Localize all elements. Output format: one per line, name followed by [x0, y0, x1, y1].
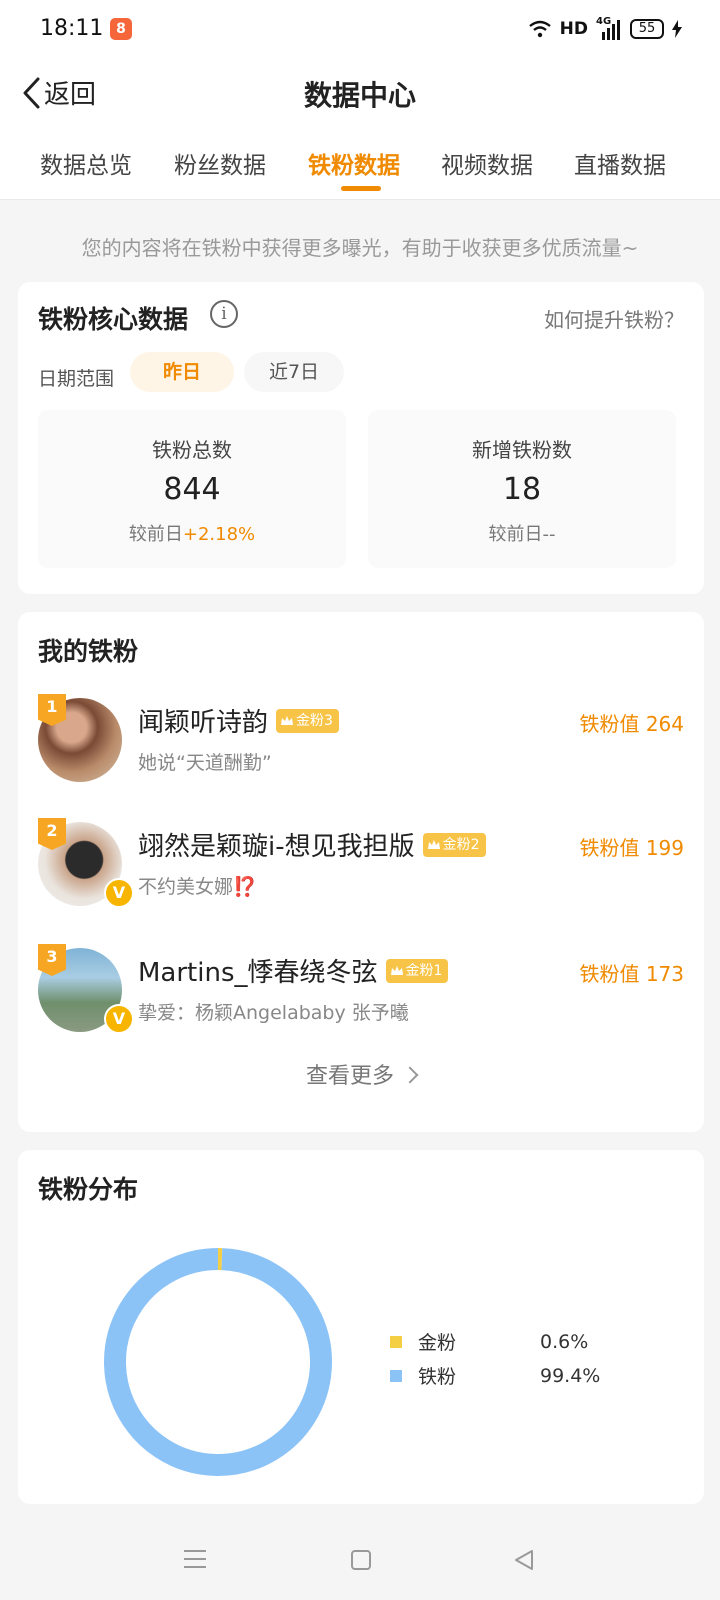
stat-value: 844	[163, 472, 221, 507]
tab-overview[interactable]: 数据总览	[40, 146, 132, 180]
fan-signature: 不约美女娜⁉️	[138, 872, 257, 899]
level-label: 金粉3	[296, 712, 333, 729]
my-iron-fans-title: 我的铁粉	[38, 637, 139, 666]
tab-videos[interactable]: 视频数据	[441, 146, 533, 180]
home-square-icon[interactable]	[351, 1550, 371, 1570]
app-notification-icon: 8	[110, 18, 132, 40]
stat-compare: 较前日--	[368, 520, 676, 546]
page-title: 数据中心	[303, 79, 416, 112]
level-tag: 金粉2	[422, 832, 486, 857]
list-item[interactable]: 1 闻颖听诗韵 金粉3 她说“天道酬勤” 铁粉值 264	[18, 694, 704, 798]
menu-icon[interactable]	[184, 1550, 206, 1568]
legend-percent: 99.4%	[540, 1364, 601, 1387]
rank-badge: 3	[38, 944, 66, 976]
wifi-icon	[528, 20, 551, 38]
date-option-7days[interactable]: 近7日	[244, 352, 344, 392]
verified-v-icon: V	[104, 1004, 134, 1034]
info-icon[interactable]: i	[210, 300, 238, 328]
crown-icon	[281, 715, 294, 725]
stat-compare-value: +2.18%	[182, 524, 256, 545]
fan-value: 铁粉值 173	[579, 962, 684, 986]
crown-icon	[390, 965, 403, 975]
core-data-card: 铁粉核心数据 i 如何提升铁粉？ 日期范围 昨日 近7日 铁粉总数 844 较前…	[18, 282, 704, 594]
status-time: 18:11	[40, 16, 104, 41]
stat-total-iron-fans: 铁粉总数 844 较前日+2.18%	[38, 410, 346, 568]
legend-swatch	[390, 1369, 402, 1382]
tab-iron-fans[interactable]: 铁粉数据	[308, 146, 400, 180]
stat-value: 18	[502, 472, 542, 507]
iron-fan-distribution-card: 铁粉分布 金粉 0.6% 铁粉 99.4%	[18, 1150, 704, 1504]
stat-new-iron-fans: 新增铁粉数 18 较前日--	[368, 410, 676, 568]
battery-icon: 55	[630, 19, 664, 39]
legend-name: 铁粉	[418, 1366, 457, 1388]
date-option-yesterday[interactable]: 昨日	[130, 352, 234, 392]
list-item[interactable]: 2 V 翊然是颖璇i-想见我担版 金粉2 不约美女娜⁉️ 铁粉值 199	[18, 818, 704, 922]
back-triangle-icon[interactable]	[512, 1548, 536, 1572]
charging-icon	[672, 20, 682, 38]
stat-compare-prefix: 较前日	[488, 524, 543, 545]
level-label: 金粉2	[442, 836, 480, 853]
fan-signature: 挚爱：杨颖Angelababy 张予曦	[138, 1002, 409, 1024]
legend-name: 金粉	[418, 1332, 457, 1354]
rank-badge: 2	[38, 818, 66, 850]
network-label: HD	[559, 19, 588, 39]
signal-icon: 4G	[596, 16, 622, 40]
see-more-button[interactable]: 查看更多	[18, 1058, 704, 1090]
stat-label: 铁粉总数	[152, 438, 232, 462]
crown-icon	[427, 839, 440, 849]
date-range-label: 日期范围	[38, 368, 115, 390]
fan-value: 铁粉值 199	[579, 836, 684, 860]
verified-v-icon: V	[104, 878, 134, 908]
system-nav-bar	[0, 1526, 720, 1600]
legend-percent: 0.6%	[540, 1330, 589, 1353]
legend-item-iron: 铁粉 99.4%	[390, 1362, 600, 1389]
donut-chart	[104, 1248, 332, 1476]
fan-signature: 她说“天道酬勤”	[138, 752, 272, 774]
status-icons: HD 4G 55	[528, 16, 682, 40]
fan-value: 铁粉值 264	[579, 712, 684, 736]
fan-name: 翊然是颖璇i-想见我担版	[138, 832, 415, 862]
fan-name: Martins_悸春绕冬弦	[138, 958, 378, 988]
exclamation-question-icon: ⁉️	[233, 876, 257, 898]
how-to-improve-link[interactable]: 如何提升铁粉？	[544, 304, 684, 333]
chevron-right-icon	[401, 1066, 419, 1084]
stat-compare-value: --	[542, 524, 556, 545]
legend-item-gold: 金粉 0.6%	[390, 1328, 588, 1355]
legend-swatch	[390, 1335, 402, 1348]
level-label: 金粉1	[405, 962, 443, 979]
fan-signature-text: 不约美女娜	[138, 876, 234, 898]
nav-bar: 返回 数据中心	[0, 60, 720, 126]
fan-name: 闻颖听诗韵	[138, 708, 269, 738]
active-tab-indicator	[341, 186, 381, 191]
list-item[interactable]: 3 V Martins_悸春绕冬弦 金粉1 挚爱：杨颖Angelababy 张予…	[18, 944, 704, 1048]
my-iron-fans-card: 我的铁粉 1 闻颖听诗韵 金粉3 她说“天道酬勤” 铁粉值 264 2 V 翊然…	[18, 612, 704, 1132]
tip-text: 您的内容将在铁粉中获得更多曝光，有助于收获更多优质流量~	[81, 236, 639, 260]
level-tag: 金粉3	[276, 708, 339, 733]
rank-badge: 1	[38, 694, 66, 726]
see-more-label: 查看更多	[305, 1064, 394, 1089]
stat-compare: 较前日+2.18%	[38, 520, 346, 546]
level-tag: 金粉1	[385, 958, 449, 983]
tab-live[interactable]: 直播数据	[574, 146, 666, 180]
status-bar: 18:11 8 HD 4G 55	[0, 0, 720, 60]
donut-slice-iron	[104, 1248, 332, 1476]
tab-bar: 数据总览 粉丝数据 铁粉数据 视频数据 直播数据	[0, 126, 720, 200]
tab-fans[interactable]: 粉丝数据	[174, 146, 266, 180]
distribution-title: 铁粉分布	[38, 1175, 139, 1204]
core-data-title: 铁粉核心数据	[38, 305, 189, 334]
stat-label: 新增铁粉数	[472, 438, 572, 462]
stat-compare-prefix: 较前日	[128, 524, 183, 545]
